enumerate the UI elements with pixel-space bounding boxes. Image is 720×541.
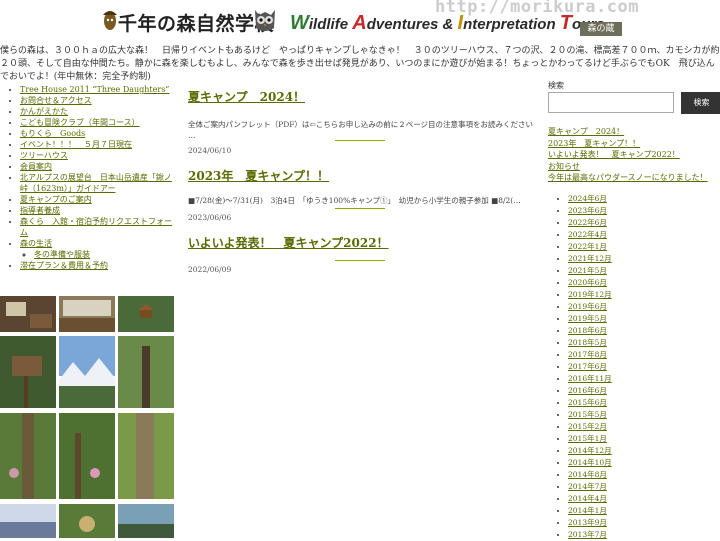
recent-post-link[interactable]: 2023年 夏キャンプ！！ xyxy=(548,139,640,148)
search-input[interactable] xyxy=(548,92,674,113)
site-header: 千年の森自然学校 Wildlife Adventures & Interpret… xyxy=(0,0,720,42)
post-title[interactable]: 夏キャンプ 2024！ xyxy=(188,88,538,105)
photo-group-tree[interactable] xyxy=(0,413,56,499)
nav-link-goods[interactable]: もりくら Goods xyxy=(20,129,85,138)
archive-link[interactable]: 2021年12月 xyxy=(568,254,612,263)
photo-big-tree[interactable] xyxy=(118,413,174,499)
post-date: 2024/06/10 xyxy=(188,146,232,155)
nav-link-stay-plans[interactable]: 滞在プラン＆費用＆予約 xyxy=(20,261,108,270)
archive-link[interactable]: 2013年9月 xyxy=(568,518,607,527)
archive-link[interactable]: 2022年4月 xyxy=(568,230,607,239)
left-navigation: Tree House 2011 “Three Daughters” お問合せ＆ア… xyxy=(0,84,177,271)
photo-mountain-view[interactable] xyxy=(59,336,115,408)
post-title[interactable]: 2023年 夏キャンプ！！ xyxy=(188,167,538,184)
archive-link[interactable]: 2014年8月 xyxy=(568,470,607,479)
post-title[interactable]: いよいよ発表！ 夏キャンプ2022！ xyxy=(188,234,538,251)
archive-link[interactable]: 2016年11月 xyxy=(568,374,612,383)
post-separator xyxy=(335,260,385,261)
site-title[interactable]: 千年の森自然学校 xyxy=(118,9,274,36)
recent-post-link[interactable]: いよいよ発表！ 夏キャンプ2022！ xyxy=(548,150,680,159)
site-badge: 森の蔵 xyxy=(580,22,622,36)
tagline-word-wildlife: ildlife xyxy=(308,16,353,33)
post-date: 2022/06/09 xyxy=(188,265,232,274)
archive-link[interactable]: 2021年5月 xyxy=(568,266,607,275)
archive-link[interactable]: 2020年6月 xyxy=(568,278,607,287)
nav-link-treehouse[interactable]: ツリーハウス xyxy=(20,151,68,160)
photo-forest-tree[interactable] xyxy=(118,336,174,408)
archive-link[interactable]: 2023年6月 xyxy=(568,206,607,215)
nav-link-tree-house[interactable]: Tree House 2011 “Three Daughters” xyxy=(20,85,169,94)
photo-treehouse-deck[interactable] xyxy=(59,296,115,332)
recent-post-link[interactable]: 今年は最高なパウダースノーになりました！ xyxy=(548,173,708,182)
archive-link[interactable]: 2015年5月 xyxy=(568,410,607,419)
nav-list: Tree House 2011 “Three Daughters” お問合せ＆ア… xyxy=(0,84,177,271)
archive-link[interactable]: 2022年1月 xyxy=(568,242,607,251)
tagline-word-interpretation: nterpretation xyxy=(463,16,560,33)
tagline-letter-a: A xyxy=(352,12,367,34)
nav-link-philosophy[interactable]: かんがえかた xyxy=(20,107,68,116)
url-watermark: http://morikura.com xyxy=(435,0,639,17)
post-separator xyxy=(335,208,385,209)
archive-link[interactable]: 2019年12月 xyxy=(568,290,612,299)
nav-link-summer-camp[interactable]: 夏キャンプのご案内 xyxy=(20,195,92,204)
search-label: 検索 xyxy=(548,81,564,90)
tagline-letter-w: W xyxy=(290,12,309,34)
archive-link[interactable]: 2015年1月 xyxy=(568,434,607,443)
post-item: 夏キャンプ 2024！ 全体ご案内パンフレット（PDF）は⇦こちらお申し込みの前… xyxy=(188,88,538,155)
photo-treehouse-forest[interactable] xyxy=(118,296,174,332)
photo-hikers-forest[interactable] xyxy=(59,413,115,499)
nav-link-instructor-training[interactable]: 指導者養成 xyxy=(20,206,60,215)
nav-link-membership[interactable]: 会員案内 xyxy=(20,162,52,171)
tagline-word-adventures: dventures & xyxy=(366,16,458,33)
main-content: 夏キャンプ 2024！ 全体ご案内パンフレット（PDF）は⇦こちらお申し込みの前… xyxy=(188,88,538,274)
post-date: 2023/06/06 xyxy=(188,213,232,222)
post-excerpt: 全体ご案内パンフレット（PDF）は⇦こちらお申し込みの前に２ページ目の注意事項を… xyxy=(188,120,534,140)
archive-link[interactable]: 2014年4月 xyxy=(568,494,607,503)
archive-link[interactable]: 2019年6月 xyxy=(568,302,607,311)
photo-cabin-interior[interactable] xyxy=(0,296,56,332)
archive-link[interactable]: 2019年5月 xyxy=(568,314,607,323)
archive-link[interactable]: 2016年6月 xyxy=(568,386,607,395)
nav-link-events[interactable]: イベント！！！ ５月７日現在 xyxy=(20,140,132,149)
archive-link[interactable]: 2017年8月 xyxy=(568,350,607,359)
nav-link-winter-prep[interactable]: 冬の準備や服装 xyxy=(34,250,90,259)
archive-link[interactable]: 2015年6月 xyxy=(568,398,607,407)
post-item: いよいよ発表！ 夏キャンプ2022！ 2022/06/09 xyxy=(188,234,538,274)
photo-lake-view[interactable] xyxy=(118,504,174,538)
archive-link[interactable]: 2022年6月 xyxy=(568,218,607,227)
owl-face-icon xyxy=(255,10,275,31)
search-button[interactable]: 検索 xyxy=(681,92,720,114)
nav-sublist: 冬の準備や服装 xyxy=(20,249,177,260)
recent-posts: 夏キャンプ 2024！ 2023年 夏キャンプ！！ いよいよ発表！ 夏キャンプ2… xyxy=(548,126,708,184)
archive-link[interactable]: 2017年6月 xyxy=(568,362,607,371)
intro-text: 僕らの森は、３００ｈａの広大な森！ 日帰りイベントもあるけど やっぱりキャンプし… xyxy=(0,46,720,82)
recent-post-link[interactable]: お知らせ xyxy=(548,162,580,171)
recent-post-link[interactable]: 夏キャンプ 2024！ xyxy=(548,127,624,136)
nav-link-forest-life[interactable]: 森の生活 xyxy=(20,239,52,248)
post-item: 2023年 夏キャンプ！！ ■7/28(金)〜7/31(月) 3泊4日 「ゆうき… xyxy=(188,167,538,222)
photo-treehouse-tall[interactable] xyxy=(0,336,56,408)
archive-link[interactable]: 2018年6月 xyxy=(568,326,607,335)
nav-link-contact-access[interactable]: お問合せ＆アクセス xyxy=(20,96,92,105)
archive-link[interactable]: 2014年12月 xyxy=(568,446,612,455)
right-sidebar: 検索 検索 夏キャンプ 2024！ 2023年 夏キャンプ！！ いよいよ発表！ … xyxy=(548,80,720,539)
nav-link-kids-club[interactable]: こども冒険クラブ（年間コース） xyxy=(20,118,140,127)
archive-link[interactable]: 2013年7月 xyxy=(568,530,607,539)
archive-link[interactable]: 2018年5月 xyxy=(568,338,607,347)
nav-link-reservation-form[interactable]: 森くら 入館・宿泊予約リクエストフォーム xyxy=(20,217,172,237)
photo-forest-meal[interactable] xyxy=(59,504,115,538)
archive-link[interactable]: 2014年10月 xyxy=(568,458,612,467)
archive-link[interactable]: 2014年7月 xyxy=(568,482,607,491)
archive-link[interactable]: 2014年1月 xyxy=(568,506,607,515)
nav-link-observatory[interactable]: 北アルプスの展望台 日本山岳遺産「鍬ノ峠（1623m）」ガイドアー xyxy=(20,173,172,193)
post-excerpt: ■7/28(金)〜7/31(月) 3泊4日 「ゆうき100%キャンプ①」 幼児か… xyxy=(188,196,521,205)
archive-link[interactable]: 2024年6月 xyxy=(568,194,607,203)
photo-snow-group[interactable] xyxy=(0,504,56,538)
archive-link[interactable]: 2015年2月 xyxy=(568,422,607,431)
archive-list: 2024年6月 2023年6月 2022年6月 2022年4月 2022年1月 … xyxy=(548,193,612,541)
acorn-character-icon[interactable] xyxy=(102,5,118,33)
post-separator xyxy=(335,140,385,141)
